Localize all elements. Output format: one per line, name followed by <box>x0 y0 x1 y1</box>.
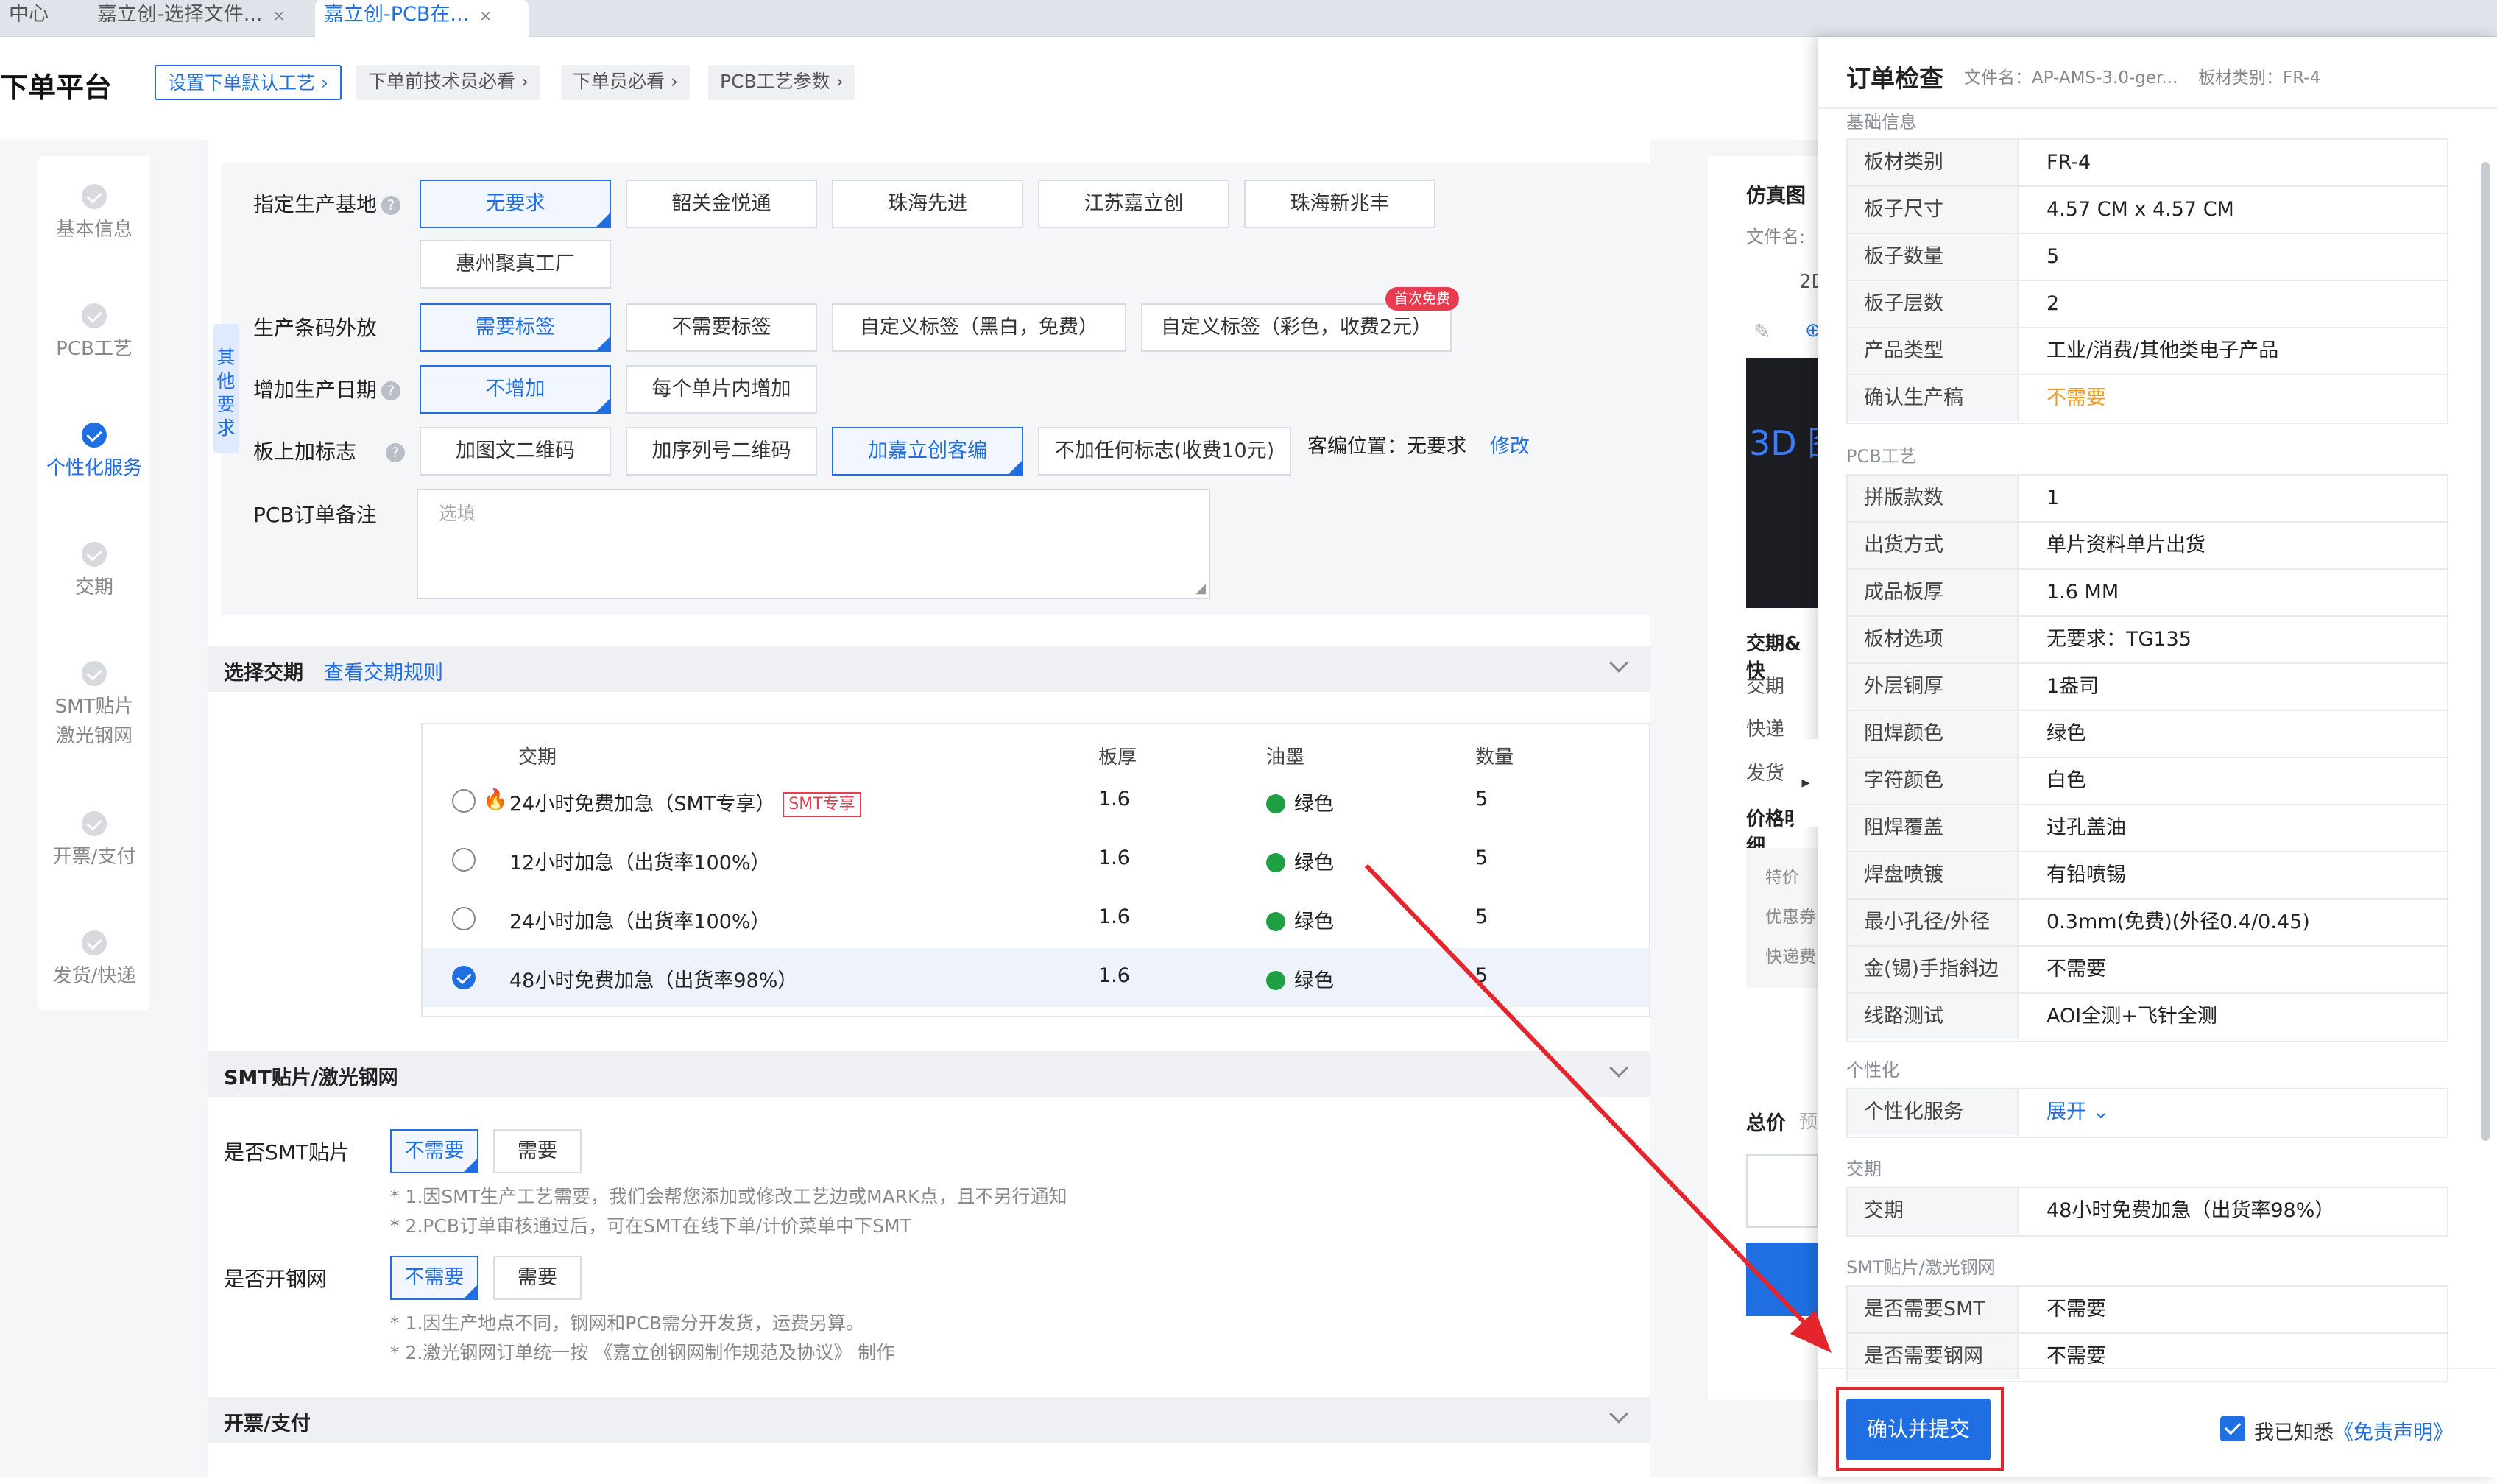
arrow-line <box>1364 863 1815 1333</box>
annotation-arrow <box>1364 863 1832 1353</box>
